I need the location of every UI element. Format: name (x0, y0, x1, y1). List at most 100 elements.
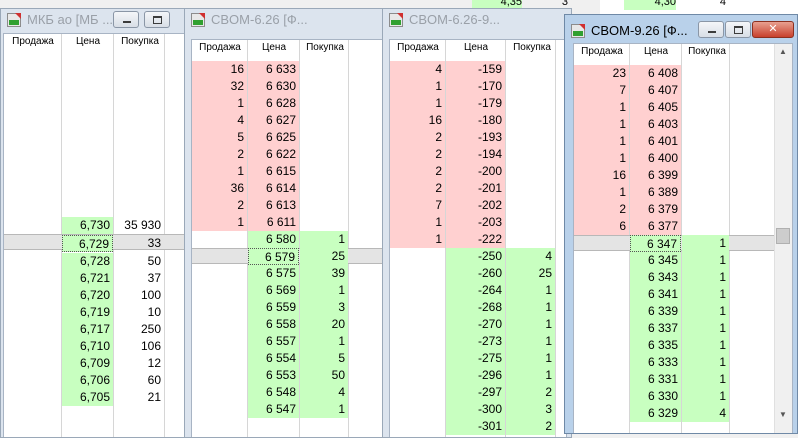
orderbook-window-cbom-9-26[interactable]: CBOM-9.26 [Ф... Продажа Цена Покупка 236… (564, 14, 798, 434)
sell-row[interactable]: 16 405 (574, 99, 792, 116)
buy-row[interactable]: -270 1 (390, 316, 566, 333)
orderbook-table[interactable]: Продажа Цена Покупка 6,730 35 930 6,729 33 6… (3, 33, 191, 437)
buy-row[interactable]: 6 575 39 (192, 265, 388, 282)
sell-row[interactable]: 16 6 633 (192, 61, 388, 78)
orderbook-window-cbom-6-26[interactable]: CBOM-6.26 [Ф... Продажа Цена Покупка 16 6… (184, 8, 394, 438)
sell-row[interactable]: 46 627 (192, 112, 388, 129)
sell-row[interactable]: 4 -159 (390, 61, 566, 78)
sell-row[interactable]: 1 -203 (390, 214, 566, 231)
sell-row[interactable]: 16 401 (574, 133, 792, 150)
buy-row[interactable]: 6 547 1 (192, 401, 388, 418)
buy-row[interactable]: -268 1 (390, 299, 566, 316)
sell-row[interactable]: 1 -170 (390, 78, 566, 95)
sell-row[interactable]: 16 628 (192, 95, 388, 112)
sell-row[interactable]: 2 -194 (390, 146, 566, 163)
table-row[interactable]: 6,720 100 (4, 287, 190, 304)
scroll-down-icon[interactable]: ▼ (775, 407, 791, 423)
buy-row[interactable]: 6 343 1 (574, 269, 792, 286)
table-row[interactable]: 6,728 50 (4, 253, 190, 270)
sell-row[interactable]: 2 -201 (390, 180, 566, 197)
buy-row[interactable]: 6 579 25 (192, 248, 388, 265)
price-cell: -301 (446, 418, 505, 435)
sell-row[interactable]: 56 625 (192, 129, 388, 146)
buy-row[interactable]: -260 25 (390, 265, 566, 282)
orderbook-window-mkb[interactable]: МКБ ао [МБ ... Продажа Цена Покупка 6,73… (0, 8, 196, 438)
buy-row[interactable]: -301 2 (390, 418, 566, 435)
table-row[interactable]: 6,710 106 (4, 338, 190, 355)
buy-row[interactable]: 6 345 1 (574, 252, 792, 269)
sell-row[interactable]: 36 6 614 (192, 180, 388, 197)
sell-row[interactable]: 16 403 (574, 116, 792, 133)
sell-row[interactable]: 26 613 (192, 197, 388, 214)
buy-row[interactable]: 6 329 4 (574, 405, 792, 422)
orderbook-window-cbom-spread[interactable]: CBOM-6.26-9... Продажа Цена Покупка 4 -15… (382, 8, 572, 438)
buy-row[interactable]: 6 553 50 (192, 367, 388, 384)
sell-row[interactable]: 2 -193 (390, 129, 566, 146)
titlebar[interactable]: CBOM-9.26 [Ф... (565, 15, 797, 43)
sell-row[interactable]: 2 -200 (390, 163, 566, 180)
titlebar[interactable]: CBOM-6.26-9... (383, 9, 571, 33)
buy-row[interactable]: 6 333 1 (574, 354, 792, 371)
price-cell: 6 377 (630, 218, 681, 235)
sell-row[interactable]: 16 400 (574, 150, 792, 167)
price-cell: 6 557 (248, 333, 299, 350)
minimize-icon[interactable] (698, 21, 724, 38)
sell-row[interactable]: 23 6 408 (574, 65, 792, 82)
sell-row[interactable]: 32 6 630 (192, 78, 388, 95)
sell-row[interactable]: 16 611 (192, 214, 388, 231)
buy-row[interactable]: -296 1 (390, 367, 566, 384)
minimize-icon[interactable] (113, 11, 139, 28)
buy-row[interactable]: 6 335 1 (574, 337, 792, 354)
maximize-icon[interactable] (725, 21, 751, 38)
buy-row[interactable]: -264 1 (390, 282, 566, 299)
buy-row[interactable]: 6 339 1 (574, 303, 792, 320)
sell-row[interactable]: 7 -202 (390, 197, 566, 214)
buy-row[interactable]: 6 569 1 (192, 282, 388, 299)
table-row[interactable]: 6,719 10 (4, 304, 190, 321)
buy-row[interactable]: 6 341 1 (574, 286, 792, 303)
buy-row[interactable]: 6 347 1 (574, 235, 792, 252)
sell-row[interactable]: 16 6 399 (574, 167, 792, 184)
buy-row[interactable]: 6 337 1 (574, 320, 792, 337)
buy-row[interactable]: -273 1 (390, 333, 566, 350)
sell-row[interactable]: 16 389 (574, 184, 792, 201)
buy-row[interactable]: -275 1 (390, 350, 566, 367)
sell-row[interactable]: 26 622 (192, 146, 388, 163)
orderbook-table[interactable]: Продажа Цена Покупка 4 -159 1 -170 1 -179 16 -1… (389, 39, 567, 437)
sell-row[interactable]: 1 -179 (390, 95, 566, 112)
orderbook-table[interactable]: Продажа Цена Покупка 23 6 408 7 6 407 1 6 405… (573, 43, 793, 433)
sell-row[interactable]: 16 615 (192, 163, 388, 180)
table-row[interactable]: 6,730 35 930 (4, 217, 190, 234)
sell-row[interactable]: 26 379 (574, 201, 792, 218)
sell-row[interactable]: 76 407 (574, 82, 792, 99)
table-row[interactable]: 6,709 12 (4, 355, 190, 372)
buy-row[interactable]: 6 557 1 (192, 333, 388, 350)
buy-row[interactable]: -250 4 (390, 248, 566, 265)
titlebar[interactable]: МКБ ао [МБ ... (1, 9, 195, 33)
orderbook-table[interactable]: Продажа Цена Покупка 16 6 633 32 6 630 1 6 62… (191, 39, 389, 437)
table-row[interactable]: 6,717 250 (4, 321, 190, 338)
scroll-up-icon[interactable]: ▲ (775, 44, 791, 60)
table-row[interactable]: 6,729 33 (4, 235, 190, 252)
sell-row[interactable]: 66 377 (574, 218, 792, 235)
buy-row[interactable]: 6 558 20 (192, 316, 388, 333)
buy-row[interactable]: -297 2 (390, 384, 566, 401)
buy-row[interactable]: 6 331 1 (574, 371, 792, 388)
buy-row[interactable]: 6 554 5 (192, 350, 388, 367)
vertical-scrollbar[interactable]: ▲ ▼ (774, 44, 792, 433)
buy-row[interactable]: 6 330 1 (574, 388, 792, 405)
table-row[interactable]: 6,721 37 (4, 270, 190, 287)
buy-row[interactable]: 6 580 1 (192, 231, 388, 248)
sell-row[interactable]: 1 -222 (390, 231, 566, 248)
buy-row[interactable]: -300 3 (390, 401, 566, 418)
maximize-icon[interactable] (144, 11, 170, 28)
buy-row[interactable]: 6 548 4 (192, 384, 388, 401)
scrollbar-thumb[interactable] (776, 228, 790, 244)
titlebar[interactable]: CBOM-6.26 [Ф... (185, 9, 393, 33)
sell-qty-cell: 1 (192, 214, 247, 231)
table-row[interactable]: 6,706 60 (4, 372, 190, 389)
sell-row[interactable]: 16 -180 (390, 112, 566, 129)
buy-row[interactable]: 6 559 3 (192, 299, 388, 316)
close-icon[interactable] (752, 21, 794, 38)
table-row[interactable]: 6,705 21 (4, 389, 190, 406)
